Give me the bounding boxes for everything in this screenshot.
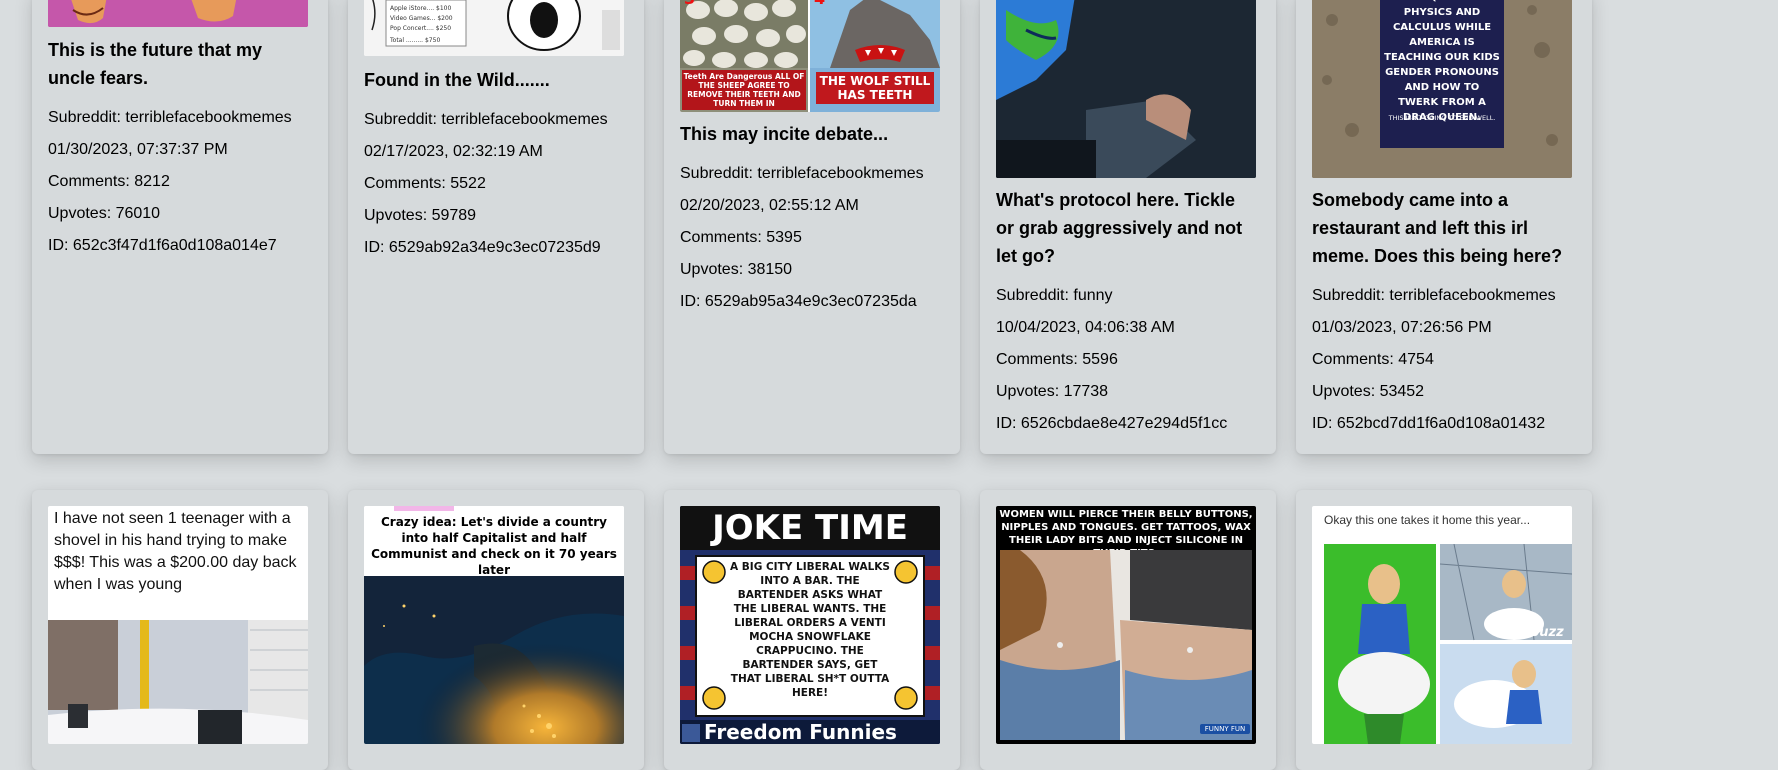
post-card[interactable]: 3 Teeth Are Dangerous ALL OF THE SHEEP A…: [664, 0, 960, 454]
post-comments: Comments: 5596: [996, 351, 1118, 368]
post-title[interactable]: This may incite debate...: [680, 120, 940, 148]
image-caption: KIDS QUANTUM PHYSICS AND CALCULUS WHILE …: [1384, 0, 1500, 123]
svg-text:Video Games... $200: Video Games... $200: [390, 15, 453, 22]
image-caption: Okay this one takes it home this year...: [1324, 513, 1531, 527]
post-image[interactable]: KIDS QUANTUM PHYSICS AND CALCULUS WHILE …: [1312, 0, 1572, 178]
post-upvotes: Upvotes: 59789: [364, 207, 477, 224]
svg-text:Total ......... $750: Total ......... $750: [389, 37, 440, 44]
image-badge: FUNNY FUN: [1200, 724, 1250, 734]
post-card[interactable]: JOKE TIME A BIG CITY LIBERAL WALKS INTO …: [664, 490, 960, 770]
post-comments: Comments: 4754: [1312, 351, 1434, 368]
post-title[interactable]: What's protocol here. Tickle or grab agg…: [996, 186, 1256, 270]
post-title[interactable]: This is the future that my uncle fears.: [48, 36, 298, 92]
post-image[interactable]: JOKE TIME A BIG CITY LIBERAL WALKS INTO …: [680, 506, 940, 744]
svg-text:Apple iStore.... $100: Apple iStore.... $100: [390, 5, 452, 12]
post-id: ID: 6529ab92a34e9c3ec07235d9: [364, 239, 601, 256]
post-id: ID: 6529ab95a34e9c3ec07235da: [680, 293, 917, 310]
post-date: 10/04/2023, 04:06:38 AM: [996, 319, 1175, 336]
post-comments: Comments: 5395: [680, 229, 802, 246]
post-id: ID: 6526cbdae8e427e294d5f1cc: [996, 415, 1228, 432]
image-caption: THE WOLF STILL HAS TEETH: [816, 72, 934, 104]
post-title[interactable]: Found in the Wild.......: [364, 66, 624, 94]
post-card[interactable]: KIDS QUANTUM PHYSICS AND CALCULUS WHILE …: [1296, 0, 1592, 454]
post-id: ID: 652c3f47d1f6a0d108a014e7: [48, 237, 277, 254]
image-badge: buzz: [1530, 625, 1564, 640]
post-subreddit: Subreddit: terriblefacebookmemes: [48, 109, 292, 126]
post-card[interactable]: Okay this one takes it home this year...…: [1296, 490, 1592, 770]
image-footer: Freedom Funnies: [704, 720, 897, 744]
post-card[interactable]: WOMEN WILL PIERCE THEIR BELLY BUTTONS, N…: [980, 490, 1276, 770]
post-upvotes: Upvotes: 38150: [680, 261, 793, 278]
post-id: ID: 652bcd7dd1f6a0d108a01432: [1312, 415, 1546, 432]
post-date: 01/30/2023, 07:37:37 PM: [48, 141, 228, 158]
post-subreddit: Subreddit: terriblefacebookmemes: [364, 111, 608, 128]
image-caption: Teeth Are Dangerous ALL OF THE SHEEP AGR…: [682, 70, 806, 110]
post-card[interactable]: What's protocol here. Tickle or grab agg…: [980, 0, 1276, 454]
post-subreddit: Subreddit: terriblefacebookmemes: [1312, 287, 1556, 304]
post-image[interactable]: Okay this one takes it home this year...…: [1312, 506, 1572, 744]
post-subreddit: Subreddit: terriblefacebookmemes: [680, 165, 924, 182]
image-heading: JOKE TIME: [712, 508, 908, 548]
post-upvotes: Upvotes: 53452: [1312, 383, 1425, 400]
post-image[interactable]: WOMEN WILL PIERCE THEIR BELLY BUTTONS, N…: [996, 506, 1256, 744]
image-caption: A BIG CITY LIBERAL WALKS INTO A BAR. THE…: [730, 561, 890, 699]
post-date: 01/03/2023, 07:26:56 PM: [1312, 319, 1492, 336]
post-image[interactable]: Apple iStore.... $100 Video Games... $20…: [364, 0, 624, 56]
post-image[interactable]: Crazy idea: Let's divide a country into …: [364, 506, 624, 744]
image-subcaption: THIS ISN'T GOING TO END WELL.: [1388, 114, 1496, 122]
post-comments: Comments: 8212: [48, 173, 170, 190]
svg-text:3: 3: [684, 0, 695, 8]
post-comments: Comments: 5522: [364, 175, 486, 192]
post-date: 02/20/2023, 02:55:12 AM: [680, 197, 859, 214]
svg-text:Pop Concert.... $250: Pop Concert.... $250: [390, 25, 451, 32]
post-subreddit: Subreddit: funny: [996, 287, 1113, 304]
post-upvotes: Upvotes: 17738: [996, 383, 1109, 400]
post-card[interactable]: I have not seen 1 teenager with a shovel…: [32, 490, 328, 770]
post-image[interactable]: [48, 0, 308, 27]
post-card[interactable]: Apple iStore.... $100 Video Games... $20…: [348, 0, 644, 454]
post-image[interactable]: I have not seen 1 teenager with a shovel…: [48, 506, 308, 744]
image-caption: Crazy idea: Let's divide a country into …: [371, 515, 617, 577]
post-date: 02/17/2023, 02:32:19 AM: [364, 143, 543, 160]
post-title[interactable]: Somebody came into a restaurant and left…: [1312, 186, 1572, 270]
post-card[interactable]: This is the future that my uncle fears. …: [32, 0, 328, 454]
image-caption: I have not seen 1 teenager with a shovel…: [54, 510, 297, 593]
svg-text:4: 4: [814, 0, 825, 8]
post-grid: This is the future that my uncle fears. …: [0, 0, 1778, 770]
post-upvotes: Upvotes: 76010: [48, 205, 161, 222]
post-card[interactable]: Crazy idea: Let's divide a country into …: [348, 490, 644, 770]
post-image[interactable]: [996, 0, 1256, 178]
post-image[interactable]: 3 Teeth Are Dangerous ALL OF THE SHEEP A…: [680, 0, 940, 112]
